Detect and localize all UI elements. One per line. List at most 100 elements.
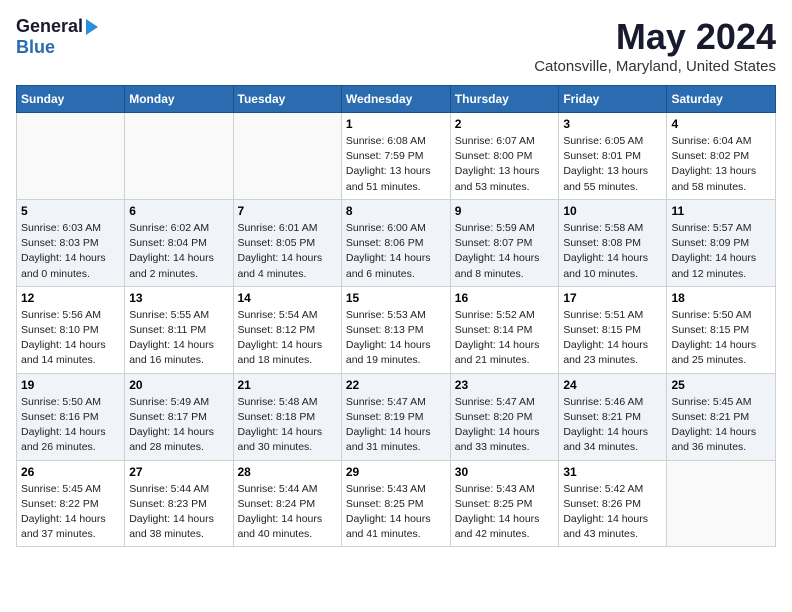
day-number: 26 bbox=[21, 465, 120, 479]
day-info: Sunrise: 5:44 AM Sunset: 8:23 PM Dayligh… bbox=[129, 482, 228, 543]
day-number: 28 bbox=[238, 465, 337, 479]
logo-blue: Blue bbox=[16, 37, 55, 58]
day-number: 23 bbox=[455, 378, 555, 392]
table-row: 26 Sunrise: 5:45 AM Sunset: 8:22 PM Dayli… bbox=[17, 460, 125, 547]
calendar-week-row: 19 Sunrise: 5:50 AM Sunset: 8:16 PM Dayli… bbox=[17, 373, 776, 460]
header-wednesday: Wednesday bbox=[341, 86, 450, 113]
day-info: Sunrise: 5:47 AM Sunset: 8:19 PM Dayligh… bbox=[346, 395, 446, 456]
header-monday: Monday bbox=[125, 86, 233, 113]
day-number: 4 bbox=[671, 117, 771, 131]
day-info: Sunrise: 5:57 AM Sunset: 8:09 PM Dayligh… bbox=[671, 221, 771, 282]
table-row: 22 Sunrise: 5:47 AM Sunset: 8:19 PM Dayli… bbox=[341, 373, 450, 460]
day-number: 6 bbox=[129, 204, 228, 218]
table-row: 20Sunrise: 5:49 AM Sunset: 8:17 PM Dayli… bbox=[125, 373, 233, 460]
day-info: Sunrise: 6:07 AM Sunset: 8:00 PM Dayligh… bbox=[455, 134, 555, 195]
logo-arrow-icon bbox=[86, 19, 98, 35]
day-number: 5 bbox=[21, 204, 120, 218]
logo: General Blue bbox=[16, 16, 98, 58]
table-row: 15 Sunrise: 5:53 AM Sunset: 8:13 PM Dayli… bbox=[341, 286, 450, 373]
table-row: 16Sunrise: 5:52 AM Sunset: 8:14 PM Dayli… bbox=[450, 286, 559, 373]
table-row: 25Sunrise: 5:45 AM Sunset: 8:21 PM Dayli… bbox=[667, 373, 776, 460]
day-number: 15 bbox=[346, 291, 446, 305]
table-row: 8 Sunrise: 6:00 AM Sunset: 8:06 PM Daylig… bbox=[341, 199, 450, 286]
day-number: 25 bbox=[671, 378, 771, 392]
day-info: Sunrise: 5:46 AM Sunset: 8:21 PM Dayligh… bbox=[563, 395, 662, 456]
day-info: Sunrise: 5:45 AM Sunset: 8:22 PM Dayligh… bbox=[21, 482, 120, 543]
table-row: 9 Sunrise: 5:59 AM Sunset: 8:07 PM Daylig… bbox=[450, 199, 559, 286]
day-number: 30 bbox=[455, 465, 555, 479]
day-info: Sunrise: 6:02 AM Sunset: 8:04 PM Dayligh… bbox=[129, 221, 228, 282]
table-row bbox=[233, 113, 341, 200]
calendar-header-row: Sunday Monday Tuesday Wednesday Thursday… bbox=[17, 86, 776, 113]
day-number: 24 bbox=[563, 378, 662, 392]
day-number: 31 bbox=[563, 465, 662, 479]
table-row: 19 Sunrise: 5:50 AM Sunset: 8:16 PM Dayli… bbox=[17, 373, 125, 460]
table-row bbox=[17, 113, 125, 200]
table-row: 13Sunrise: 5:55 AM Sunset: 8:11 PM Dayli… bbox=[125, 286, 233, 373]
day-info: Sunrise: 6:00 AM Sunset: 8:06 PM Dayligh… bbox=[346, 221, 446, 282]
day-info: Sunrise: 5:54 AM Sunset: 8:12 PM Dayligh… bbox=[238, 308, 337, 369]
day-number: 14 bbox=[238, 291, 337, 305]
day-number: 29 bbox=[346, 465, 446, 479]
day-number: 8 bbox=[346, 204, 446, 218]
table-row: 4 Sunrise: 6:04 AM Sunset: 8:02 PM Daylig… bbox=[667, 113, 776, 200]
day-info: Sunrise: 5:58 AM Sunset: 8:08 PM Dayligh… bbox=[563, 221, 662, 282]
table-row: 31 Sunrise: 5:42 AM Sunset: 8:26 PM Dayli… bbox=[559, 460, 667, 547]
day-info: Sunrise: 6:01 AM Sunset: 8:05 PM Dayligh… bbox=[238, 221, 337, 282]
day-info: Sunrise: 6:05 AM Sunset: 8:01 PM Dayligh… bbox=[563, 134, 662, 195]
table-row: 21Sunrise: 5:48 AM Sunset: 8:18 PM Dayli… bbox=[233, 373, 341, 460]
day-info: Sunrise: 5:50 AM Sunset: 8:15 PM Dayligh… bbox=[671, 308, 771, 369]
header-friday: Friday bbox=[559, 86, 667, 113]
day-number: 17 bbox=[563, 291, 662, 305]
day-number: 1 bbox=[346, 117, 446, 131]
table-row: 30 Sunrise: 5:43 AM Sunset: 8:25 PM Dayli… bbox=[450, 460, 559, 547]
calendar-week-row: 26 Sunrise: 5:45 AM Sunset: 8:22 PM Dayli… bbox=[17, 460, 776, 547]
table-row bbox=[125, 113, 233, 200]
day-info: Sunrise: 5:59 AM Sunset: 8:07 PM Dayligh… bbox=[455, 221, 555, 282]
table-row: 24 Sunrise: 5:46 AM Sunset: 8:21 PM Dayli… bbox=[559, 373, 667, 460]
day-info: Sunrise: 5:51 AM Sunset: 8:15 PM Dayligh… bbox=[563, 308, 662, 369]
day-number: 12 bbox=[21, 291, 120, 305]
day-number: 18 bbox=[671, 291, 771, 305]
header-saturday: Saturday bbox=[667, 86, 776, 113]
header-tuesday: Tuesday bbox=[233, 86, 341, 113]
day-number: 9 bbox=[455, 204, 555, 218]
table-row: 6 Sunrise: 6:02 AM Sunset: 8:04 PM Daylig… bbox=[125, 199, 233, 286]
table-row bbox=[667, 460, 776, 547]
header-thursday: Thursday bbox=[450, 86, 559, 113]
table-row: 23 Sunrise: 5:47 AM Sunset: 8:20 PM Dayli… bbox=[450, 373, 559, 460]
day-number: 20 bbox=[129, 378, 228, 392]
title-block: May 2024 Catonsville, Maryland, United S… bbox=[534, 16, 776, 75]
table-row: 28Sunrise: 5:44 AM Sunset: 8:24 PM Dayli… bbox=[233, 460, 341, 547]
table-row: 7 Sunrise: 6:01 AM Sunset: 8:05 PM Daylig… bbox=[233, 199, 341, 286]
calendar-week-row: 5 Sunrise: 6:03 AM Sunset: 8:03 PM Daylig… bbox=[17, 199, 776, 286]
table-row: 27Sunrise: 5:44 AM Sunset: 8:23 PM Dayli… bbox=[125, 460, 233, 547]
table-row: 1Sunrise: 6:08 AM Sunset: 7:59 PM Daylig… bbox=[341, 113, 450, 200]
day-info: Sunrise: 5:48 AM Sunset: 8:18 PM Dayligh… bbox=[238, 395, 337, 456]
table-row: 12 Sunrise: 5:56 AM Sunset: 8:10 PM Dayli… bbox=[17, 286, 125, 373]
day-info: Sunrise: 6:03 AM Sunset: 8:03 PM Dayligh… bbox=[21, 221, 120, 282]
day-info: Sunrise: 5:47 AM Sunset: 8:20 PM Dayligh… bbox=[455, 395, 555, 456]
day-number: 16 bbox=[455, 291, 555, 305]
table-row: 17 Sunrise: 5:51 AM Sunset: 8:15 PM Dayli… bbox=[559, 286, 667, 373]
day-info: Sunrise: 5:55 AM Sunset: 8:11 PM Dayligh… bbox=[129, 308, 228, 369]
day-info: Sunrise: 5:50 AM Sunset: 8:16 PM Dayligh… bbox=[21, 395, 120, 456]
day-info: Sunrise: 5:43 AM Sunset: 8:25 PM Dayligh… bbox=[346, 482, 446, 543]
day-number: 22 bbox=[346, 378, 446, 392]
header-sunday: Sunday bbox=[17, 86, 125, 113]
day-info: Sunrise: 5:42 AM Sunset: 8:26 PM Dayligh… bbox=[563, 482, 662, 543]
table-row: 18 Sunrise: 5:50 AM Sunset: 8:15 PM Dayli… bbox=[667, 286, 776, 373]
table-row: 29 Sunrise: 5:43 AM Sunset: 8:25 PM Dayli… bbox=[341, 460, 450, 547]
day-info: Sunrise: 6:04 AM Sunset: 8:02 PM Dayligh… bbox=[671, 134, 771, 195]
day-number: 7 bbox=[238, 204, 337, 218]
day-number: 19 bbox=[21, 378, 120, 392]
calendar-week-row: 1Sunrise: 6:08 AM Sunset: 7:59 PM Daylig… bbox=[17, 113, 776, 200]
day-number: 2 bbox=[455, 117, 555, 131]
table-row: 3Sunrise: 6:05 AM Sunset: 8:01 PM Daylig… bbox=[559, 113, 667, 200]
day-number: 11 bbox=[671, 204, 771, 218]
day-number: 10 bbox=[563, 204, 662, 218]
day-info: Sunrise: 5:43 AM Sunset: 8:25 PM Dayligh… bbox=[455, 482, 555, 543]
day-info: Sunrise: 5:56 AM Sunset: 8:10 PM Dayligh… bbox=[21, 308, 120, 369]
day-info: Sunrise: 5:53 AM Sunset: 8:13 PM Dayligh… bbox=[346, 308, 446, 369]
table-row: 11 Sunrise: 5:57 AM Sunset: 8:09 PM Dayli… bbox=[667, 199, 776, 286]
